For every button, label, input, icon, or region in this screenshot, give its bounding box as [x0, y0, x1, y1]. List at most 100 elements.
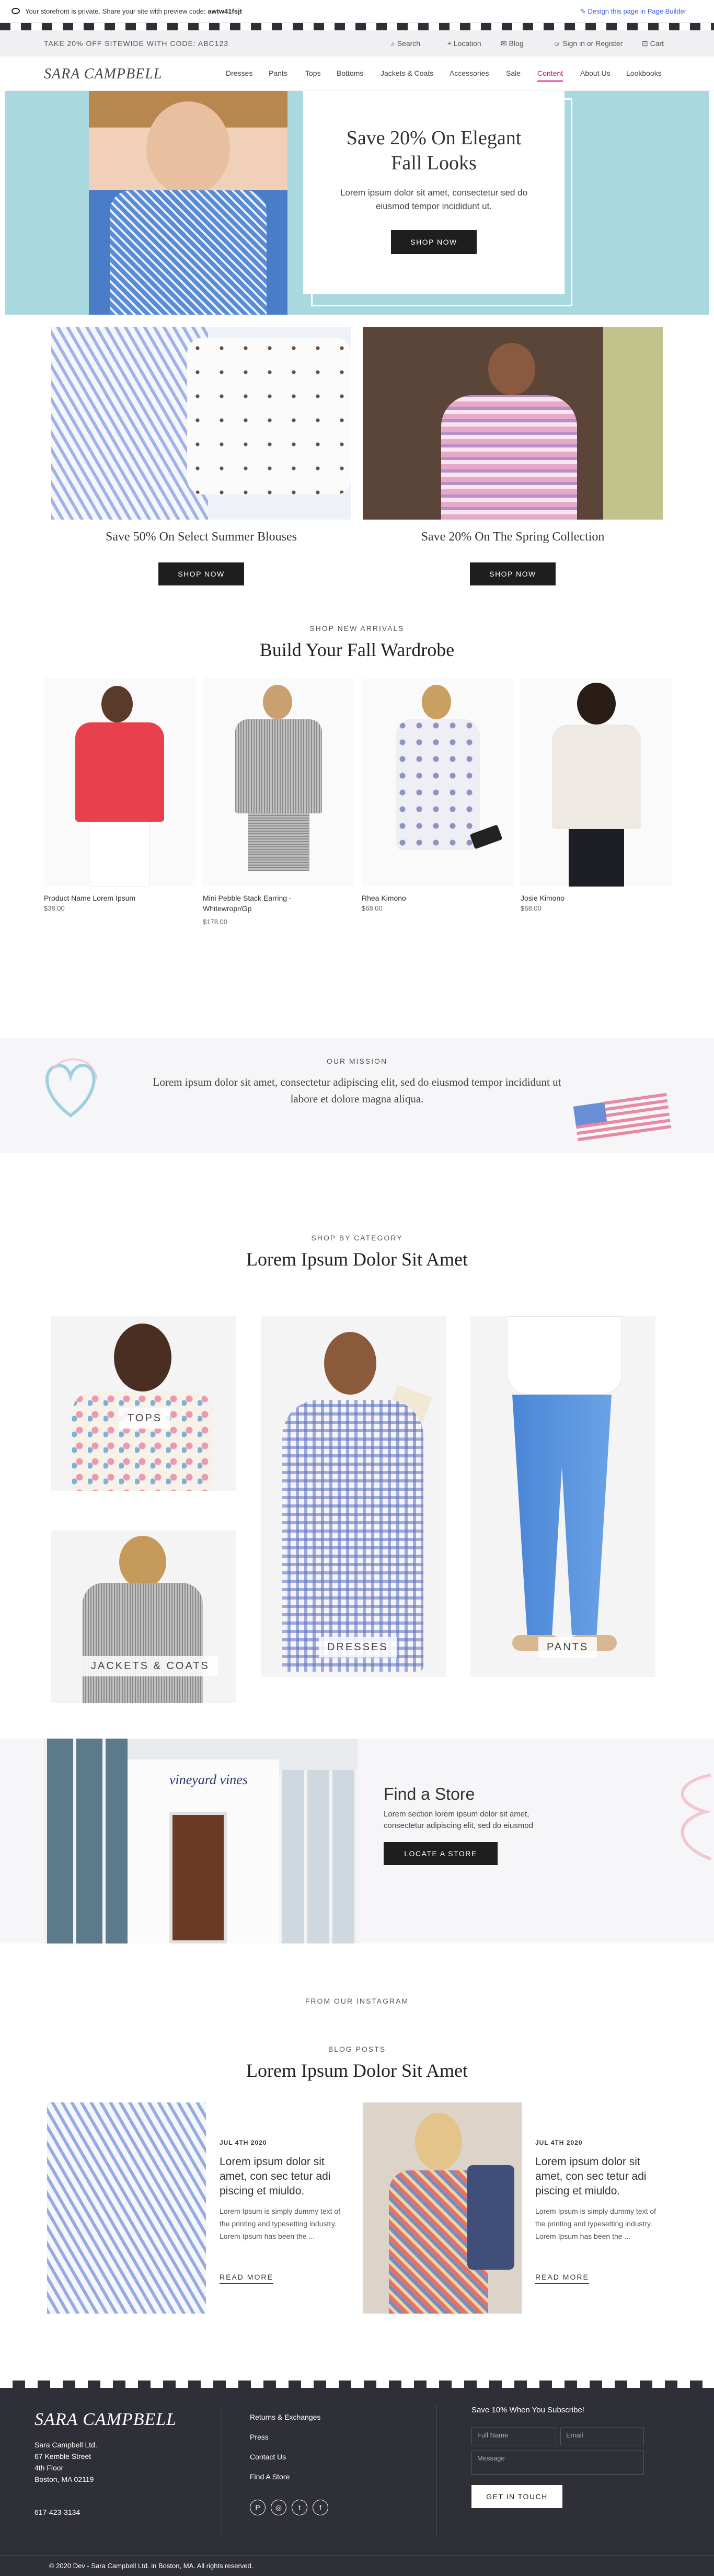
location-link[interactable]: ⌖ Location	[447, 39, 481, 48]
social-instagram-icon[interactable]: ◎	[271, 2500, 286, 2515]
arrivals-eyebrow: SHOP NEW ARRIVALS	[309, 624, 405, 632]
full-name-field[interactable]: Full Name	[471, 2428, 556, 2445]
category-dresses[interactable]: DRESSES	[261, 1316, 446, 1677]
category-label-dresses: DRESSES	[319, 1637, 397, 1658]
nav-jackets-coats[interactable]: Jackets & Coats	[381, 69, 433, 77]
blog-post-body-1: Lorem Ipsum is simply dummy text of the …	[220, 2207, 341, 2240]
site-logo[interactable]: SARA CAMPBELL	[44, 66, 162, 83]
nav-pants[interactable]: Pants	[269, 69, 287, 77]
copyright-text: © 2020 Dev - Sara Campbell Ltd. in Bosto…	[49, 2562, 254, 2570]
arrivals-title: Build Your Fall Wardrobe	[259, 639, 455, 660]
promo-title-blouses: Save 50% On Select Summer Blouses	[106, 530, 297, 544]
cart-link[interactable]: ⊡ Cart	[642, 39, 664, 48]
location-icon: ⌖	[447, 39, 452, 48]
blog-image-1[interactable]	[47, 2102, 206, 2314]
promo-image-blouses[interactable]	[51, 327, 351, 520]
social-twitter-icon[interactable]: t	[292, 2500, 307, 2515]
store-section: vineyard vines Find a Store Lorem sectio…	[0, 1739, 714, 1944]
blog-icon: ✉	[501, 39, 507, 48]
blog-post-body-2: Lorem Ipsum is simply dummy text of the …	[535, 2207, 657, 2240]
store-squiggle	[659, 1770, 714, 1864]
get-in-touch-button[interactable]: GET IN TOUCH	[471, 2485, 562, 2508]
search-icon: ⌕	[391, 39, 395, 48]
mission-section: OUR MISSION Lorem ipsum dolor sit amet, …	[0, 1016, 714, 1173]
hero-card: Save 20% On Elegant Fall Looks Lorem ips…	[303, 91, 565, 294]
store-sign: vineyard vines	[169, 1772, 248, 1787]
pencil-icon: ✎	[580, 7, 586, 15]
footer-link-contact[interactable]: Contact Us	[250, 2453, 286, 2461]
hero-body: Lorem ipsum dolor sit amet, consectetur …	[340, 188, 528, 211]
product-image-2[interactable]	[203, 677, 354, 887]
product-price-3: $68.00	[362, 904, 383, 912]
search-link[interactable]: ⌕ Search	[391, 39, 420, 48]
store-title: Find a Store	[384, 1785, 475, 1803]
email-field[interactable]: Email	[560, 2428, 644, 2445]
blog-eyebrow: BLOG POSTS	[328, 2045, 386, 2053]
promo-text: TAKE 20% OFF SITEWIDE WITH CODE: ABC123	[44, 39, 229, 48]
category-pants[interactable]: PANTS	[470, 1316, 655, 1677]
blog-post-title-2[interactable]: Lorem ipsum dolor sit amet, con sec tetu…	[535, 2155, 666, 2199]
product-name-1[interactable]: Product Name Lorem Ipsum	[44, 893, 195, 903]
product-image-3[interactable]	[362, 677, 513, 887]
category-label-jackets-coats: JACKETS & COATS	[83, 1656, 218, 1676]
promo-title-spring: Save 20% On The Spring Collection	[421, 530, 605, 544]
page-builder-link[interactable]: ✎ Design this page in Page Builder	[580, 7, 686, 16]
message-field[interactable]: Message	[471, 2451, 644, 2475]
flag-icon	[570, 1089, 674, 1142]
hero-model-image	[89, 91, 287, 315]
blog-read-more-2[interactable]: READ MORE	[535, 2273, 589, 2284]
cart-icon: ⊡	[642, 39, 648, 48]
footer-phone: 617-423-3134	[34, 2508, 80, 2516]
product-name-4[interactable]: Josie Kimono	[521, 893, 672, 903]
blog-read-more-1[interactable]: READ MORE	[220, 2273, 273, 2284]
category-tops[interactable]: TOPS	[51, 1316, 236, 1491]
nav-accessories[interactable]: Accessories	[450, 69, 489, 77]
hero-shop-now-button[interactable]: SHOP NOW	[391, 230, 477, 254]
nav-content[interactable]: Content	[537, 69, 563, 82]
category-eyebrow: SHOP BY CATEGORY	[311, 1234, 403, 1242]
promo-image-spring[interactable]	[363, 327, 663, 520]
mission-eyebrow: OUR MISSION	[326, 1057, 388, 1065]
nav-sale[interactable]: Sale	[506, 69, 521, 77]
promo-bar: TAKE 20% OFF SITEWIDE WITH CODE: ABC123 …	[0, 30, 714, 56]
product-name-2[interactable]: Mini Pebble Stack Earring - Whitewropr/G…	[203, 893, 318, 914]
hero-banner: Save 20% On Elegant Fall Looks Lorem ips…	[5, 91, 709, 315]
blog-title: Lorem Ipsum Dolor Sit Amet	[246, 2060, 468, 2081]
category-title: Lorem Ipsum Dolor Sit Amet	[246, 1249, 468, 1270]
footer-link-returns[interactable]: Returns & Exchanges	[250, 2413, 320, 2421]
footer-link-press[interactable]: Press	[250, 2433, 269, 2441]
preview-code[interactable]: awtw41fsjt	[208, 7, 242, 15]
product-price-4: $68.00	[521, 904, 542, 912]
social-facebook-icon[interactable]: f	[313, 2500, 328, 2515]
nav-bottoms[interactable]: Bottoms	[337, 69, 363, 77]
nav-about-us[interactable]: About Us	[580, 69, 611, 77]
locate-store-button[interactable]: LOCATE A STORE	[384, 1842, 498, 1865]
nav-lookbooks[interactable]: Lookbooks	[626, 69, 662, 77]
product-image-1[interactable]	[44, 677, 195, 887]
eye-off-icon	[11, 8, 20, 14]
store-body: Lorem section lorem ipsum dolor sit amet…	[384, 1810, 533, 1830]
blog-image-2[interactable]	[363, 2102, 522, 2314]
promo-shop-now-blouses[interactable]: SHOP NOW	[158, 562, 244, 585]
category-label-tops: TOPS	[119, 1408, 171, 1429]
nav-dresses[interactable]: Dresses	[226, 69, 252, 77]
product-price-1: $38.00	[44, 904, 65, 912]
preview-message: Your storefront is private. Share your s…	[25, 7, 206, 15]
product-price-2: $178.00	[203, 918, 227, 926]
product-name-3[interactable]: Rhea Kimono	[362, 893, 513, 903]
product-image-4[interactable]	[521, 677, 672, 887]
nav-tops[interactable]: Tops	[305, 69, 321, 77]
footer-address: Sara Campbell Ltd. 67 Kemble Street 4th …	[34, 2441, 97, 2483]
account-link[interactable]: ☺ Sign in or Register	[553, 39, 623, 48]
category-jackets-coats[interactable]: JACKETS & COATS	[51, 1531, 236, 1703]
category-label-pants: PANTS	[538, 1637, 597, 1658]
social-pinterest-icon[interactable]: P	[250, 2500, 266, 2515]
footer-logo[interactable]: SARA CAMPBELL	[34, 2410, 177, 2430]
copyright-bar: © 2020 Dev - Sara Campbell Ltd. in Bosto…	[0, 2555, 714, 2576]
blog-link[interactable]: ✉ Blog	[501, 39, 524, 48]
blog-post-title-1[interactable]: Lorem ipsum dolor sit amet, con sec tetu…	[220, 2155, 350, 2199]
blog-date-1: JUL 4TH 2020	[220, 2139, 267, 2146]
footer-link-find-store[interactable]: Find A Store	[250, 2472, 290, 2481]
promo-shop-now-spring[interactable]: SHOP NOW	[470, 562, 556, 585]
instagram-eyebrow: FROM OUR INSTAGRAM	[305, 1997, 409, 2005]
